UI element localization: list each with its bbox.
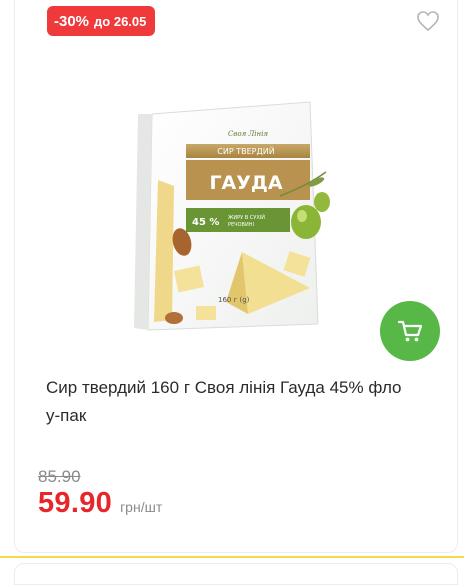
separator-bar (0, 556, 464, 558)
product-title-line-1: Сир твердий 160 г Своя лінія Гауда 45% ф… (46, 378, 402, 397)
package-brand: Своя Лінія (228, 130, 268, 138)
add-to-cart-button[interactable] (380, 301, 440, 361)
product-title-line-2: у-пак (46, 406, 87, 425)
favorite-button[interactable] (416, 10, 440, 32)
cart-icon (397, 320, 423, 342)
package-name: ГАУДА (209, 172, 282, 194)
discount-percent: -30% (54, 12, 90, 30)
heart-outline-icon (417, 11, 439, 32)
package-category: СИР ТВЕРДИЙ (217, 145, 274, 156)
next-product-card[interactable] (14, 563, 458, 585)
price-row: 59.90 грн/шт (38, 487, 162, 520)
price-unit: грн/шт (120, 499, 163, 515)
product-title[interactable]: Сир твердий 160 г Своя лінія Гауда 45% ф… (46, 374, 446, 430)
discount-valid-until: до 26.05 (94, 13, 147, 29)
package-fat: 45 % (192, 217, 219, 228)
product-image[interactable]: Своя Лінія СИР ТВЕРДИЙ ГАУДА 45 % ЖИРУ В… (130, 92, 330, 332)
package-fat-note-2: РЕЧОВИНІ (228, 222, 254, 228)
current-price: 59.90 (38, 487, 113, 519)
package-weight: 160 г (g) (218, 296, 250, 304)
package-fat-note-1: ЖИРУ В СУХІЙ (228, 214, 265, 221)
old-price: 85.90 (38, 467, 81, 486)
discount-badge: -30% до 26.05 (47, 6, 156, 36)
